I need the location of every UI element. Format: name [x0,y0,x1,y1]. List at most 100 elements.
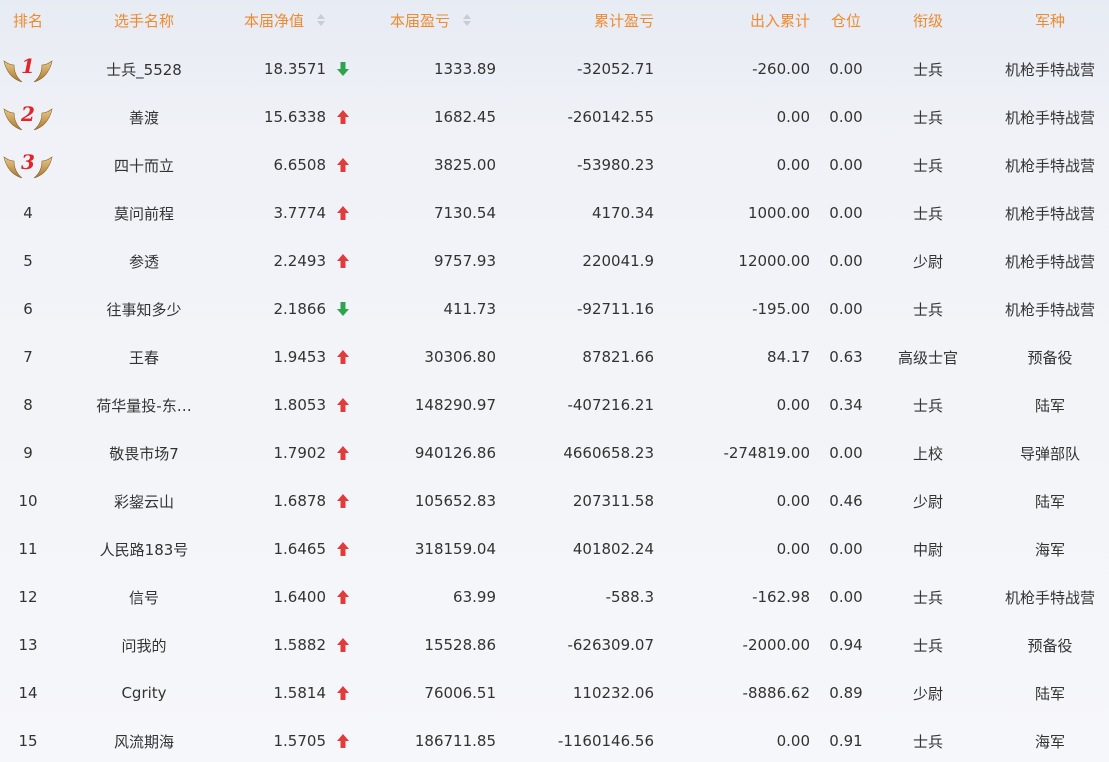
nav-value: 3.7774 [273,204,327,222]
trend-cell [332,669,354,717]
player-name[interactable]: 问我的 [121,635,166,656]
table-row[interactable]: 3 四十而立 6.6508 3825.00 -53980.23 0.00 0.00 士兵 机枪手… [0,141,1109,189]
table-row[interactable]: 13 问我的 1.5882 15528.86 -626309.07 -2000.00 0.9… [0,621,1109,669]
table-row[interactable]: 9 敬畏市场7 1.7902 940126.86 4660658.23 -274819.0… [0,429,1109,477]
flow-value: 1000.00 [747,204,810,222]
table-row[interactable]: 2 善渡 15.6338 1682.45 -260142.55 0.00 0.00 士兵 机枪手… [0,93,1109,141]
rank-number: 14 [18,684,38,702]
branch-value: 预备役 [1027,636,1073,655]
header-name: 选手名称 [113,11,174,30]
pnl-value: 940126.86 [414,444,496,462]
player-name[interactable]: 王春 [129,347,159,368]
trend-cell [332,477,354,525]
table-row[interactable]: 6 往事知多少 2.1866 411.73 -92711.16 -195.00 0.00 士兵… [0,285,1109,333]
sort-icon[interactable] [462,13,472,27]
flow-value: 0.00 [776,396,810,414]
rank-number: 15 [18,732,38,750]
player-name[interactable]: 敬畏市场7 [109,443,179,464]
table-row[interactable]: 10 彩鋆云山 1.6878 105652.83 207311.58 0.00 0.46 少尉… [0,477,1109,525]
player-name[interactable]: 善渡 [129,107,159,128]
rank-number: 4 [23,204,33,222]
player-name[interactable]: 莫问前程 [114,203,174,224]
trend-cell [332,381,354,429]
nav-value: 1.5814 [273,684,327,702]
player-name-cell[interactable]: 风流期海 [78,717,210,762]
table-row[interactable]: 14 Cgrity 1.5814 76006.51 110232.06 -8886.62 0… [0,669,1109,717]
player-name-cell[interactable]: 荷华量投-东… [78,381,210,429]
cumulative-pnl-value: -53980.23 [577,156,654,174]
player-name[interactable]: Cgrity [121,684,166,702]
cumulative-pnl-value: 220041.9 [582,252,654,270]
trend-cell [332,525,354,573]
player-name[interactable]: 彩鋆云山 [114,491,174,512]
player-name-cell[interactable]: 王春 [78,333,210,381]
pnl-value: 30306.80 [424,348,496,366]
player-name[interactable]: 荷华量投-东… [96,395,191,416]
flow-value: -8886.62 [742,684,810,702]
grade-value: 少尉 [912,252,943,271]
table-row[interactable]: 15 风流期海 1.5705 186711.85 -1160146.56 0.00 0.91… [0,717,1109,762]
player-name-cell[interactable]: 彩鋆云山 [78,477,210,525]
cumulative-pnl-value: 207311.58 [572,492,654,510]
table-row[interactable]: 12 信号 1.6400 63.99 -588.3 -162.98 0.00 士兵 机枪手特战营 [0,573,1109,621]
ranking-board: 排名 选手名称 本届净值 本届盈亏 累计盈亏 出入累计 仓位 衔级 军种 1 士兵… [0,0,1109,762]
arrow-up-icon [337,350,349,364]
nav-value: 2.1866 [273,300,327,318]
player-name-cell[interactable]: 参透 [78,237,210,285]
player-name-cell[interactable]: 问我的 [78,621,210,669]
arrow-up-icon [337,734,349,748]
player-name[interactable]: 信号 [129,587,159,608]
header-pnl-sortable[interactable]: 本届盈亏 [380,0,472,40]
pnl-value: 411.73 [443,300,497,318]
player-name[interactable]: 往事知多少 [106,299,181,320]
cumulative-pnl-value: -626309.07 [567,636,654,654]
rank-cell: 12 [0,573,56,621]
cumulative-pnl-value: 4660658.23 [563,444,654,462]
player-name[interactable]: 参透 [129,251,159,272]
pnl-value: 1682.45 [433,108,496,126]
cumulative-pnl-value: 401802.24 [572,540,654,558]
player-name-cell[interactable]: 士兵_5528 [78,45,210,93]
arrow-up-icon [337,158,349,172]
flow-value: 0.00 [776,492,810,510]
table-row[interactable]: 8 荷华量投-东… 1.8053 148290.97 -407216.21 0.00 0.3… [0,381,1109,429]
table-row[interactable]: 11 人民路183号 1.6465 318159.04 401802.24 0.00 0.0… [0,525,1109,573]
player-name-cell[interactable]: 往事知多少 [78,285,210,333]
table-row[interactable]: 7 王春 1.9453 30306.80 87821.66 84.17 0.63 高级士官 预备… [0,333,1109,381]
rank-number: 3 [21,150,35,174]
player-name-cell[interactable]: 莫问前程 [78,189,210,237]
branch-value: 海军 [1034,540,1065,559]
table-row[interactable]: 1 士兵_5528 18.3571 1333.89 -32052.71 -260.00 0.… [0,45,1109,93]
grade-value: 士兵 [912,300,943,319]
pnl-value: 186711.85 [414,732,496,750]
table-row[interactable]: 4 莫问前程 3.7774 7130.54 4170.34 1000.00 0.00 士兵 机枪… [0,189,1109,237]
position-value: 0.00 [829,204,863,222]
arrow-down-icon [337,302,349,316]
position-value: 0.00 [829,588,863,606]
arrow-up-icon [337,542,349,556]
branch-value: 机枪手特战营 [1004,60,1095,79]
player-name-cell[interactable]: 人民路183号 [78,525,210,573]
player-name-cell[interactable]: 敬畏市场7 [78,429,210,477]
player-name[interactable]: 士兵_5528 [106,59,182,80]
cumulative-pnl-value: -92711.16 [577,300,654,318]
cumulative-pnl-value: -32052.71 [577,60,654,78]
player-name[interactable]: 人民路183号 [100,539,189,560]
header-nav-sortable[interactable]: 本届净值 [230,0,326,40]
rank-cell: 2 [0,93,56,141]
player-name-cell[interactable]: 善渡 [78,93,210,141]
player-name[interactable]: 风流期海 [114,731,174,752]
player-name-cell[interactable]: Cgrity [78,669,210,717]
nav-value: 1.7902 [273,444,327,462]
grade-value: 士兵 [912,732,943,751]
player-name[interactable]: 四十而立 [114,155,174,176]
player-name-cell[interactable]: 四十而立 [78,141,210,189]
flow-value: 0.00 [776,732,810,750]
player-name-cell[interactable]: 信号 [78,573,210,621]
sort-icon[interactable] [316,13,326,27]
cumulative-pnl-value: -407216.21 [567,396,654,414]
position-value: 0.00 [829,300,863,318]
rank-number: 8 [23,396,33,414]
grade-value: 少尉 [912,492,943,511]
table-row[interactable]: 5 参透 2.2493 9757.93 220041.9 12000.00 0.00 少尉 机枪… [0,237,1109,285]
